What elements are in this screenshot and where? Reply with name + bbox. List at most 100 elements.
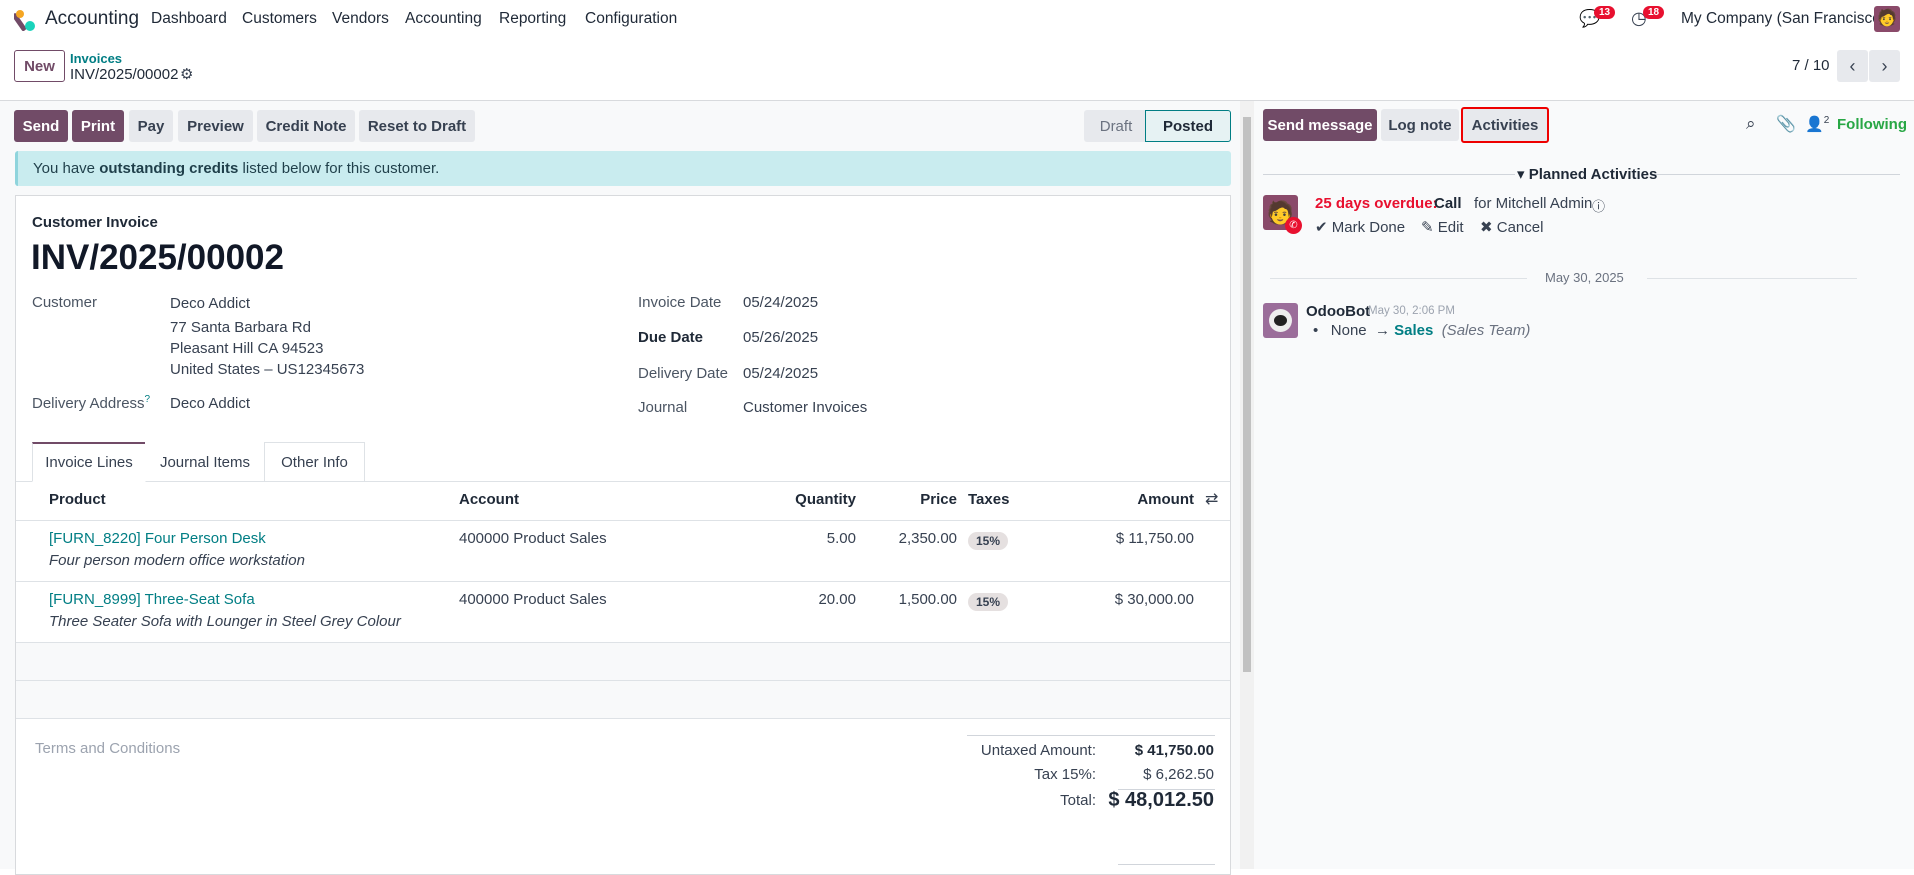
activities-badge: 18 (1643, 6, 1665, 19)
accounting-logo-icon (14, 10, 35, 31)
delivery-address-label: Delivery Address? (32, 394, 151, 412)
tracking-value: • None → Sales (Sales Team) (1313, 322, 1531, 339)
untaxed-label: Untaxed Amount: (980, 742, 1096, 759)
tab-invoice-lines[interactable]: Invoice Lines (32, 442, 146, 482)
pager-prev-button[interactable]: ‹ (1837, 50, 1868, 82)
column-header-taxes[interactable]: Taxes (968, 491, 1009, 508)
date-separator: May 30, 2025 (1545, 270, 1624, 285)
column-header-product[interactable]: Product (49, 491, 106, 508)
line-price: 1,500.00 (898, 591, 957, 608)
untaxed-amount: $ 41,750.00 (1134, 742, 1214, 759)
planned-activities-toggle[interactable]: ▾ Planned Activities (1517, 165, 1657, 183)
top-navbar: Accounting Dashboard Customers Vendors A… (0, 0, 1914, 40)
line-amount: $ 11,750.00 (1115, 530, 1194, 547)
tax-amount: $ 6,262.50 (1143, 766, 1214, 783)
menu-customers[interactable]: Customers (242, 10, 317, 28)
search-icon[interactable]: ⌕ (1746, 114, 1756, 134)
divider (1118, 864, 1215, 865)
send-message-button[interactable]: Send message (1263, 109, 1377, 141)
due-date-label: Due Date (638, 329, 704, 346)
menu-dashboard[interactable]: Dashboard (151, 10, 227, 28)
app-name[interactable]: Accounting (45, 8, 139, 30)
pager-value[interactable]: 7 / 10 (1792, 57, 1830, 74)
message-author[interactable]: OdooBot (1306, 303, 1370, 320)
activity-assignee: for Mitchell Admin (1474, 195, 1593, 212)
column-header-quantity[interactable]: Quantity (795, 491, 856, 508)
product-link[interactable]: [FURN_8220] Four Person Desk (49, 530, 266, 547)
delivery-address-link[interactable]: Deco Addict (170, 395, 250, 412)
total-label: Total: (1060, 792, 1096, 809)
menu-vendors[interactable]: Vendors (332, 10, 389, 28)
product-link[interactable]: [FURN_8999] Three-Seat Sofa (49, 591, 255, 608)
paperclip-icon[interactable]: 📎 (1776, 114, 1796, 134)
status-posted[interactable]: Posted (1145, 110, 1231, 142)
print-button[interactable]: Print (72, 110, 124, 142)
journal-label: Journal (638, 399, 688, 416)
credit-note-button[interactable]: Credit Note (257, 110, 355, 142)
divider (16, 520, 1230, 521)
outstanding-credits-alert: You have outstanding credits listed belo… (15, 151, 1231, 186)
terms-input[interactable]: Terms and Conditions (35, 740, 180, 757)
optional-columns-icon[interactable]: ⇄ (1205, 489, 1218, 509)
invoice-type: Customer Invoice (32, 214, 158, 231)
chatter (1254, 101, 1914, 869)
line-price: 2,350.00 (898, 530, 957, 547)
column-header-amount[interactable]: Amount (1137, 491, 1194, 508)
column-header-account[interactable]: Account (459, 491, 519, 508)
company-switcher[interactable]: My Company (San Francisco) (1681, 10, 1886, 28)
following-button[interactable]: Following (1837, 116, 1907, 133)
line-amount: $ 30,000.00 (1114, 591, 1194, 608)
customer-link[interactable]: Deco Addict (170, 295, 250, 312)
menu-configuration[interactable]: Configuration (585, 10, 677, 28)
tab-other-info[interactable]: Other Info (264, 442, 365, 482)
menu-reporting[interactable]: Reporting (499, 10, 566, 28)
divider (16, 718, 1230, 719)
info-icon[interactable]: ⓘ (1592, 196, 1605, 215)
activities-button[interactable]: Activities (1461, 107, 1549, 143)
reset-to-draft-button[interactable]: Reset to Draft (359, 110, 475, 142)
activity-type: Call (1434, 195, 1462, 212)
delivery-date-value[interactable]: 05/24/2025 (743, 365, 818, 382)
line-description: Four person modern office workstation (49, 552, 305, 569)
journal-value[interactable]: Customer Invoices (743, 399, 867, 416)
divider (1650, 174, 1900, 175)
divider (1647, 278, 1857, 279)
divider (1270, 278, 1527, 279)
tab-journal-items[interactable]: Journal Items (145, 442, 265, 482)
followers-count: 2 (1823, 115, 1830, 126)
invoice-date-value[interactable]: 05/24/2025 (743, 294, 818, 311)
breadcrumb-invoices[interactable]: Invoices (70, 51, 122, 66)
tax-tag: 15% (968, 532, 1009, 550)
pager-next-button[interactable]: › (1869, 50, 1900, 82)
delivery-date-label: Delivery Date (638, 365, 729, 382)
cancel-activity-button[interactable]: ✖ Cancel (1480, 218, 1543, 236)
scrollbar-thumb[interactable] (1243, 117, 1251, 672)
followers-icon[interactable]: 👤2 (1805, 115, 1829, 133)
log-note-button[interactable]: Log note (1381, 109, 1459, 141)
column-header-price[interactable]: Price (920, 491, 957, 508)
tax-label: Tax 15%: (1034, 766, 1096, 783)
send-button[interactable]: Send (14, 110, 68, 142)
pay-button[interactable]: Pay (129, 110, 173, 142)
new-button[interactable]: New (14, 50, 65, 82)
menu-accounting[interactable]: Accounting (405, 10, 482, 28)
gear-icon[interactable]: ⚙ (180, 65, 193, 83)
address-line: United States – US12345673 (170, 361, 365, 378)
odoobot-avatar (1263, 303, 1298, 338)
divider (1263, 174, 1515, 175)
divider (16, 680, 1230, 681)
line-account: 400000 Product Sales (459, 530, 607, 547)
address-line: Pleasant Hill CA 94523 (170, 340, 324, 357)
line-account: 400000 Product Sales (459, 591, 607, 608)
mark-done-button[interactable]: ✔ Mark Done (1315, 218, 1405, 236)
due-date-value[interactable]: 05/26/2025 (743, 329, 818, 346)
status-draft[interactable]: Draft (1084, 110, 1148, 142)
help-tooltip-icon[interactable]: ? (145, 394, 151, 405)
line-quantity: 5.00 (826, 530, 856, 547)
messages-badge: 13 (1594, 6, 1616, 19)
scrollbar[interactable] (1240, 101, 1254, 869)
edit-activity-button[interactable]: ✎ Edit (1421, 218, 1464, 236)
preview-button[interactable]: Preview (178, 110, 253, 142)
user-avatar[interactable]: 🧑 (1874, 6, 1900, 32)
phone-icon: ✆ (1285, 217, 1302, 234)
